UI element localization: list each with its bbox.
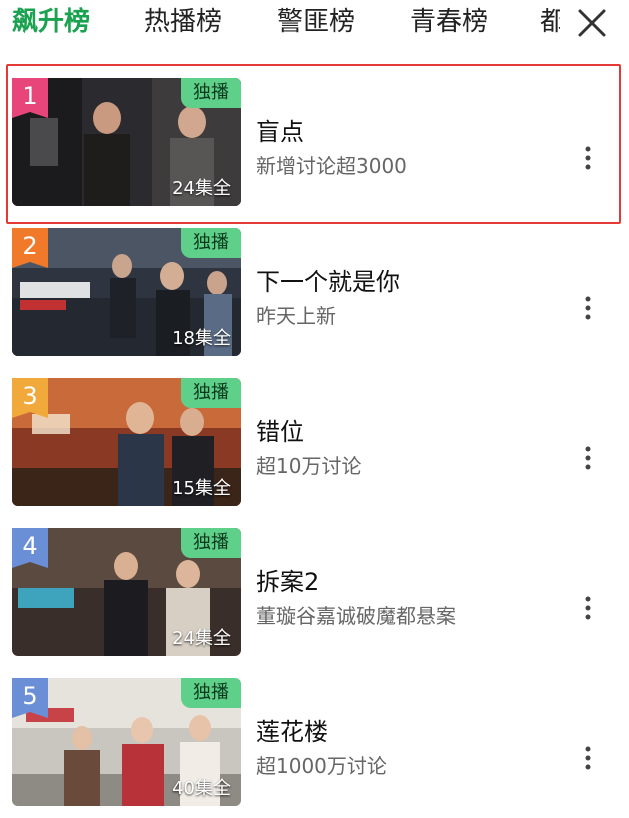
close-icon[interactable] bbox=[572, 4, 612, 42]
tab-police[interactable]: 警匪榜 bbox=[277, 4, 355, 40]
more-options-icon[interactable] bbox=[578, 294, 598, 324]
rank-badge: 1 bbox=[12, 78, 48, 118]
item-subtitle: 超1000万讨论 bbox=[256, 754, 387, 778]
tab-partial[interactable]: 都 bbox=[540, 4, 560, 40]
rank-badge: 2 bbox=[12, 228, 48, 268]
item-title[interactable]: 盲点 bbox=[256, 112, 304, 147]
tab-rising[interactable]: 飙升榜 bbox=[12, 4, 90, 40]
exclusive-badge: 独播 bbox=[181, 528, 241, 558]
list-item[interactable]: 独播 24集全 4 拆案2 董璇谷嘉诚破魔都悬案 bbox=[0, 528, 629, 668]
exclusive-badge: 独播 bbox=[181, 678, 241, 708]
item-subtitle: 新增讨论超3000 bbox=[256, 154, 407, 178]
tab-youth[interactable]: 青春榜 bbox=[410, 4, 488, 40]
more-options-icon[interactable] bbox=[578, 744, 598, 774]
episode-count: 40集全 bbox=[172, 778, 231, 799]
item-title[interactable]: 拆案2 bbox=[256, 562, 319, 597]
more-options-icon[interactable] bbox=[578, 444, 598, 474]
episode-count: 24集全 bbox=[172, 628, 231, 649]
list-item[interactable]: 独播 40集全 5 莲花楼 超1000万讨论 bbox=[0, 678, 629, 818]
rank-badge: 5 bbox=[12, 678, 48, 718]
rank-badge: 4 bbox=[12, 528, 48, 568]
list-item[interactable]: 独播 24集全 1 盲点 新增讨论超3000 bbox=[0, 78, 629, 218]
item-subtitle: 董璇谷嘉诚破魔都悬案 bbox=[256, 604, 456, 628]
episode-count: 18集全 bbox=[172, 328, 231, 349]
episode-count: 15集全 bbox=[172, 478, 231, 499]
episode-count: 24集全 bbox=[172, 178, 231, 199]
exclusive-badge: 独播 bbox=[181, 78, 241, 108]
exclusive-badge: 独播 bbox=[181, 228, 241, 258]
item-subtitle: 昨天上新 bbox=[256, 304, 336, 328]
list-item[interactable]: 独播 15集全 3 错位 超10万讨论 bbox=[0, 378, 629, 518]
tab-hot[interactable]: 热播榜 bbox=[144, 4, 222, 40]
tab-bar: 飙升榜 热播榜 警匪榜 青春榜 都 bbox=[0, 0, 629, 46]
rank-badge: 3 bbox=[12, 378, 48, 418]
exclusive-badge: 独播 bbox=[181, 378, 241, 408]
item-subtitle: 超10万讨论 bbox=[256, 454, 362, 478]
item-title[interactable]: 莲花楼 bbox=[256, 712, 328, 747]
more-options-icon[interactable] bbox=[578, 594, 598, 624]
item-title[interactable]: 错位 bbox=[256, 412, 304, 447]
item-title[interactable]: 下一个就是你 bbox=[256, 262, 400, 297]
more-options-icon[interactable] bbox=[578, 144, 598, 174]
list-item[interactable]: 独播 18集全 2 下一个就是你 昨天上新 bbox=[0, 228, 629, 368]
